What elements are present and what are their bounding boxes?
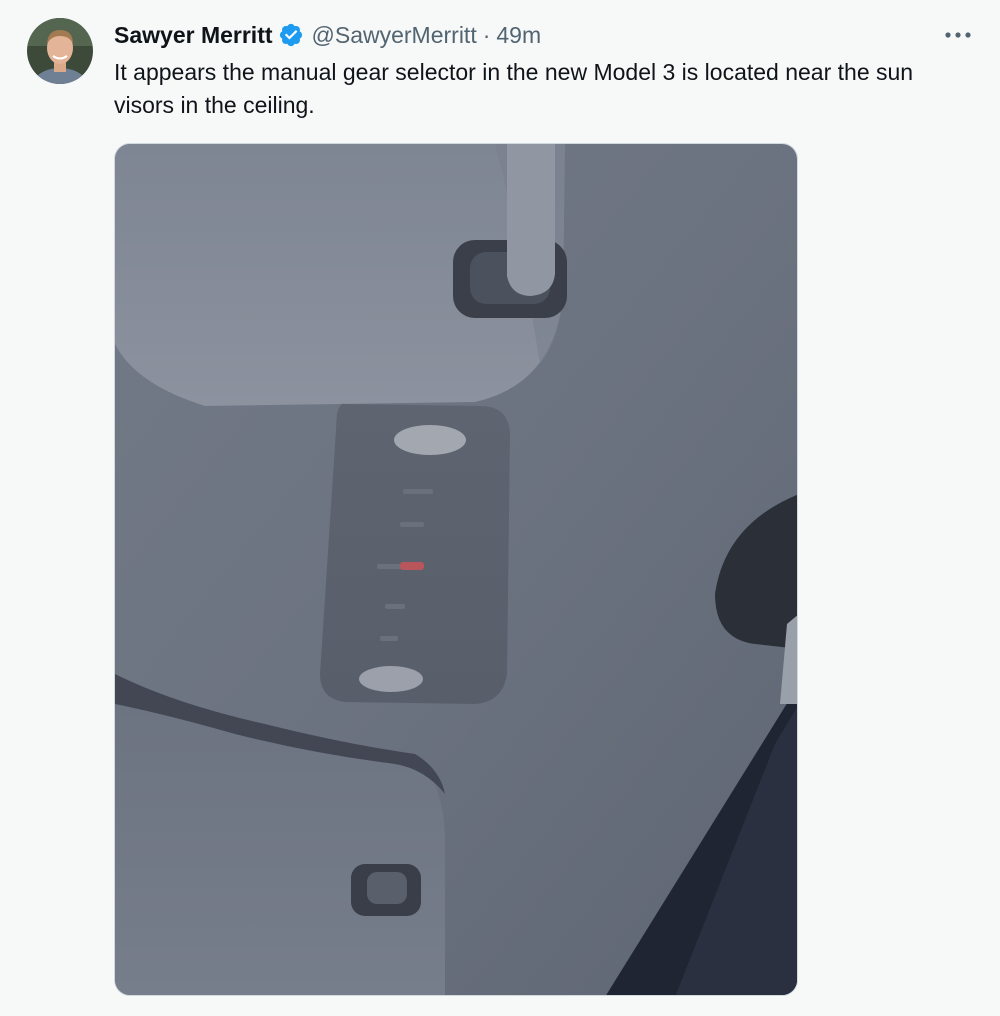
verified-badge-icon [278,22,304,48]
tweet-text: It appears the manual gear selector in t… [114,59,914,118]
tweet-media-photo[interactable] [114,143,798,996]
more-options-button[interactable] [938,22,978,48]
avatar-photo [27,18,93,84]
author-handle[interactable]: @SawyerMerritt [312,22,477,49]
header-separator: · [482,21,491,48]
tweet-timestamp[interactable]: 49m [496,22,541,49]
tweet-header: Sawyer Merritt @SawyerMerritt · 49m [114,20,541,50]
author-avatar[interactable] [27,18,93,84]
tweet-card[interactable]: Sawyer Merritt @SawyerMerritt · 49m It a… [0,0,1000,1016]
overhead-console-photo [115,144,797,995]
author-display-name[interactable]: Sawyer Merritt [114,22,273,49]
more-horizontal-icon [945,32,971,38]
